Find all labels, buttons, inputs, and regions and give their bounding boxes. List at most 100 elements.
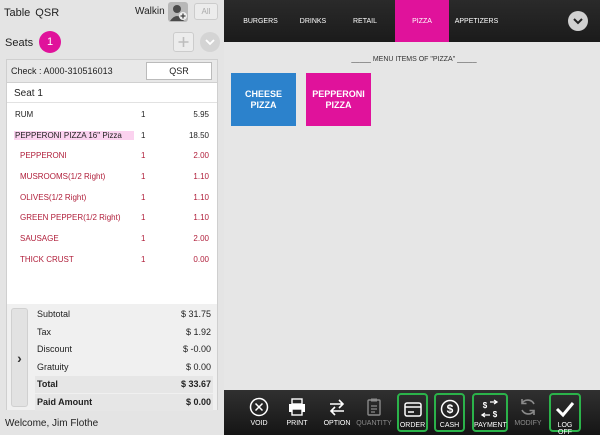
- menu-title: _____ MENU ITEMS OF "PIZZA" _____: [351, 56, 477, 63]
- tab-drinks[interactable]: DRINKS: [288, 0, 338, 42]
- payment-button[interactable]: $ $ PAYMENT: [472, 393, 508, 432]
- printer-icon: [289, 398, 305, 416]
- menu-item-pepperoni-pizza[interactable]: PEPPERONI PIZZA: [306, 73, 371, 126]
- subtotal-label: Subtotal: [37, 309, 71, 319]
- tab-burgers[interactable]: BURGERS: [233, 0, 288, 42]
- tax-row: Tax $ 1.92: [35, 324, 213, 341]
- chevron-down-icon: [573, 18, 583, 25]
- subtotal-value: $ 31.75: [180, 309, 211, 319]
- all-button[interactable]: All: [194, 3, 218, 20]
- cash-label: CASH: [439, 422, 460, 429]
- item-qty: 1: [141, 213, 146, 223]
- paid-value: $ 0.00: [185, 396, 211, 407]
- seat-label: Seat 1: [14, 88, 43, 99]
- paid-label: Paid Amount: [37, 396, 93, 407]
- tab-appetizers[interactable]: APPETIZERS: [449, 0, 504, 42]
- gratuity-label: Gratuity: [37, 361, 69, 372]
- tab-pizza[interactable]: PIZZA: [395, 0, 449, 42]
- item-qty: 1: [141, 234, 146, 244]
- order-panel: Table QSR Walkin All Seats 1 Check : A00…: [0, 0, 224, 435]
- item-amount: 2.00: [193, 151, 209, 161]
- expand-totals-button[interactable]: [11, 308, 28, 407]
- svg-text:$: $: [483, 401, 488, 410]
- clipboard-icon: [367, 398, 381, 416]
- total-label: Total: [37, 379, 58, 389]
- svg-text:$: $: [446, 402, 453, 416]
- order-button[interactable]: ORDER: [397, 393, 428, 432]
- item-qty: 1: [141, 110, 146, 119]
- check-number: Check : A000-310516013: [11, 66, 113, 76]
- refresh-icon: [521, 399, 535, 415]
- check-panel: Check : A000-310516013 QSR Seat 1 RUM 1 …: [6, 59, 218, 411]
- seat-menu-button[interactable]: [200, 32, 220, 52]
- payment-label: PAYMENT: [474, 422, 507, 429]
- payment-exchange-icon: $ $: [480, 399, 499, 419]
- order-header: Table QSR: [0, 0, 224, 26]
- list-item[interactable]: RUM 1 5.95: [7, 104, 217, 125]
- item-amount: 0.00: [193, 254, 209, 264]
- tax-value: $ 1.92: [185, 326, 211, 337]
- add-customer-icon[interactable]: [168, 2, 188, 22]
- category-tabs: BURGERS DRINKS RETAIL PIZZA APPETIZERS: [224, 0, 600, 42]
- item-amount: 5.95: [193, 110, 209, 119]
- list-item[interactable]: GREEN PEPPER(1/2 Right) 1 1.10: [7, 207, 217, 228]
- logoff-label: LOG OFF: [557, 422, 573, 435]
- logoff-button[interactable]: LOG OFF: [549, 393, 581, 435]
- item-qty: 1: [141, 192, 146, 202]
- checkmark-icon: [555, 402, 575, 418]
- void-button[interactable]: VOID: [239, 393, 279, 432]
- void-label: VOID: [250, 420, 268, 427]
- seat-header[interactable]: Seat 1: [7, 83, 217, 103]
- plus-icon: [178, 37, 189, 47]
- modify-button[interactable]: MODIFY: [509, 393, 547, 432]
- list-item[interactable]: THICK CRUST 1 0.00: [7, 249, 217, 270]
- order-icon: [403, 402, 422, 417]
- item-amount: 1.10: [193, 213, 209, 223]
- item-name: PEPPERONI PIZZA 16" Pizza: [14, 130, 134, 140]
- item-qty: 1: [141, 130, 146, 140]
- table-label: Table: [4, 7, 31, 19]
- total-row: Total $ 33.67: [35, 376, 213, 393]
- subtotal-row: Subtotal $ 31.75: [35, 306, 213, 323]
- order-type[interactable]: QSR: [35, 7, 59, 19]
- quantity-button[interactable]: QUANTITY: [352, 393, 396, 432]
- check-items: RUM 1 5.95 PEPPERONI PIZZA 16" Pizza 1 1…: [7, 104, 217, 270]
- modifier-name: OLIVES(1/2 Right): [20, 192, 87, 202]
- list-item[interactable]: PEPPERONI 1 2.00: [7, 145, 217, 166]
- item-qty: 1: [141, 172, 146, 182]
- list-item[interactable]: OLIVES(1/2 Right) 1 1.10: [7, 187, 217, 208]
- print-label: PRINT: [286, 420, 308, 427]
- list-item[interactable]: PEPPERONI PIZZA 16" Pizza 1 18.50: [7, 125, 217, 146]
- menu-item-cheese-pizza[interactable]: CHEESE PIZZA: [231, 73, 296, 126]
- customer-name[interactable]: Walkin: [135, 6, 165, 17]
- totals-panel: Subtotal $ 31.75 Tax $ 1.92 Discount $ -…: [7, 304, 217, 411]
- seat-badge[interactable]: 1: [39, 31, 61, 53]
- modifier-name: SAUSAGE: [20, 234, 59, 244]
- order-label: ORDER: [399, 422, 426, 429]
- cash-button[interactable]: $ CASH: [434, 393, 465, 432]
- gratuity-value: $ 0.00: [185, 361, 211, 372]
- list-item[interactable]: MUSROOMS(1/2 Right) 1 1.10: [7, 166, 217, 187]
- action-toolbar: VOID PRINT OPTION QUANTITY ORDER $ CASH …: [224, 390, 600, 435]
- item-amount: 1.10: [193, 172, 209, 182]
- item-name: RUM: [15, 110, 34, 119]
- print-button[interactable]: PRINT: [278, 393, 316, 432]
- item-qty: 1: [141, 254, 146, 264]
- item-amount: 2.00: [193, 234, 209, 244]
- modifier-name: THICK CRUST: [20, 254, 74, 264]
- tab-retail[interactable]: RETAIL: [345, 0, 385, 42]
- modifier-name: MUSROOMS(1/2 Right): [20, 172, 106, 182]
- item-amount: 18.50: [188, 130, 209, 140]
- seats-row: Seats 1: [0, 30, 224, 54]
- svg-text:$: $: [493, 410, 498, 419]
- check-header: Check : A000-310516013 QSR: [7, 60, 217, 83]
- categories-menu-button[interactable]: [568, 11, 588, 31]
- order-type-button[interactable]: QSR: [146, 62, 212, 80]
- seats-label: Seats: [5, 37, 34, 49]
- void-icon: [249, 397, 269, 417]
- discount-row: Discount $ -0.00: [35, 341, 213, 358]
- add-seat-button[interactable]: [173, 32, 194, 52]
- list-item[interactable]: SAUSAGE 1 2.00: [7, 228, 217, 249]
- tax-label: Tax: [37, 326, 52, 337]
- discount-value: $ -0.00: [182, 344, 211, 354]
